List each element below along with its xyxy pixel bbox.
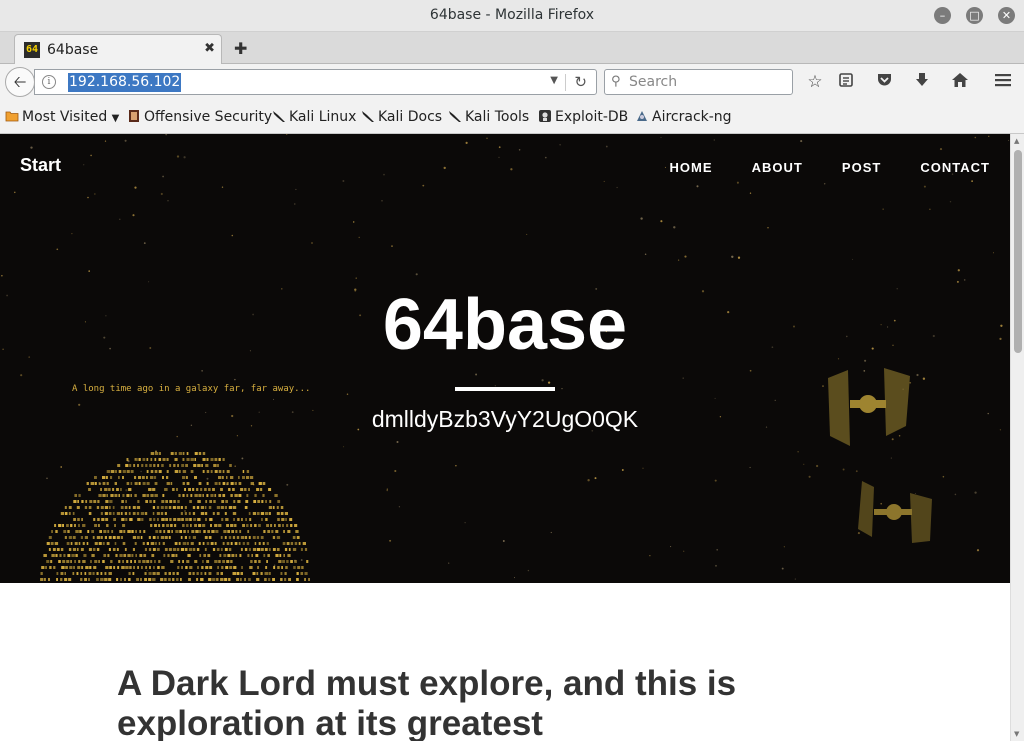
kali-dragon-icon [448, 109, 462, 123]
bookmark-kali-linux[interactable]: Kali Linux [272, 109, 356, 125]
close-window-icon[interactable]: ✕ [998, 7, 1015, 24]
bookmark-offensive-security[interactable]: Offensive Security [127, 109, 272, 125]
kali-dragon-icon [361, 109, 375, 123]
minimize-icon[interactable]: – [934, 7, 951, 24]
bookmark-kali-docs[interactable]: Kali Docs [361, 109, 442, 125]
scroll-up-icon[interactable]: ▲ [1014, 137, 1019, 145]
nav-about[interactable]: ABOUT [752, 160, 803, 175]
tie-fighter-art [858, 481, 932, 543]
folder-icon [5, 109, 19, 123]
hero-divider [455, 387, 555, 391]
search-input[interactable]: ⚲ Search [604, 69, 793, 95]
home-icon[interactable] [949, 72, 971, 93]
site-nav: HOME ABOUT POST CONTACT [636, 157, 991, 176]
crawl-text: A long time ago in a galaxy far, far awa… [72, 384, 311, 394]
death-star-ascii-art [40, 452, 310, 581]
bookmark-label: Aircrack-ng [652, 109, 732, 125]
bookmark-label: Kali Linux [289, 109, 357, 125]
bookmark-label: Exploit-DB [555, 109, 629, 125]
bookmark-label: Most Visited [22, 109, 108, 125]
offsec-icon [127, 109, 141, 123]
bookmark-label: Kali Docs [378, 109, 443, 125]
star-icon[interactable]: ☆ [804, 72, 826, 92]
back-arrow-icon[interactable]: 🡠 [5, 67, 35, 97]
hamburger-menu-icon[interactable] [992, 72, 1014, 93]
bookmark-most-visited[interactable]: Most Visited ▼ [5, 109, 119, 125]
hero-title: 64base [382, 285, 628, 365]
bookmark-label: Kali Tools [465, 109, 530, 125]
url-text[interactable]: 192.168.56.102 [68, 73, 182, 92]
bookmark-aircrack-ng[interactable]: Aircrack-ng [635, 109, 732, 125]
favicon-icon: 64 [24, 42, 40, 58]
bookmark-label: Offensive Security [144, 109, 273, 125]
tab-strip: 64 64base ✖ ✚ [0, 32, 1024, 65]
hero-header: A long time ago in a galaxy far, far awa… [0, 134, 1010, 583]
info-icon[interactable]: i [42, 75, 56, 89]
site-brand[interactable]: Start [20, 155, 61, 176]
kali-dragon-icon [272, 109, 286, 123]
scroll-down-icon[interactable]: ▼ [1014, 730, 1019, 738]
window-titlebar: 64base - Mozilla Firefox – □ ✕ [0, 0, 1024, 32]
page-scrollbar[interactable]: ▲ ▼ [1010, 134, 1024, 741]
url-dropdown-icon[interactable]: ▼ [550, 75, 558, 86]
window-title: 64base - Mozilla Firefox [429, 7, 595, 23]
nav-contact[interactable]: CONTACT [920, 160, 990, 175]
search-icon: ⚲ [611, 74, 621, 89]
post-heading[interactable]: A Dark Lord must explore, and this is ex… [117, 664, 817, 741]
page-viewport: A long time ago in a galaxy far, far awa… [0, 134, 1024, 741]
bookmarks-toolbar: Most Visited ▼ Offensive Security Kali L… [0, 100, 1024, 134]
hero-subtitle: dmlldyBzb3VyY2UgO0QK [371, 406, 639, 432]
scrollbar-thumb[interactable] [1014, 150, 1022, 353]
search-placeholder: Search [629, 74, 678, 90]
new-tab-icon[interactable]: ✚ [234, 39, 247, 58]
url-separator [565, 74, 566, 91]
download-icon[interactable] [911, 72, 933, 93]
navigation-toolbar: i 192.168.56.102 ▼ ↻ 🡠 ⚲ Search ☆ [0, 64, 1024, 100]
url-bar[interactable]: i 192.168.56.102 ▼ ↻ [34, 69, 597, 95]
nav-post[interactable]: POST [842, 160, 881, 175]
tab-close-icon[interactable]: ✖ [204, 41, 215, 56]
bookmark-kali-tools[interactable]: Kali Tools [448, 109, 529, 125]
aircrack-icon [635, 109, 649, 123]
exploitdb-icon [538, 109, 552, 123]
tab-64base[interactable]: 64 64base ✖ [14, 34, 222, 65]
tab-title: 64base [47, 42, 99, 58]
bookmark-exploit-db[interactable]: Exploit-DB [538, 109, 628, 125]
nav-home[interactable]: HOME [670, 160, 713, 175]
reload-icon[interactable]: ↻ [574, 73, 587, 91]
pocket-icon[interactable] [873, 72, 895, 93]
reading-list-icon[interactable] [835, 72, 857, 93]
chevron-down-icon: ▼ [111, 113, 120, 124]
maximize-icon[interactable]: □ [966, 7, 983, 24]
